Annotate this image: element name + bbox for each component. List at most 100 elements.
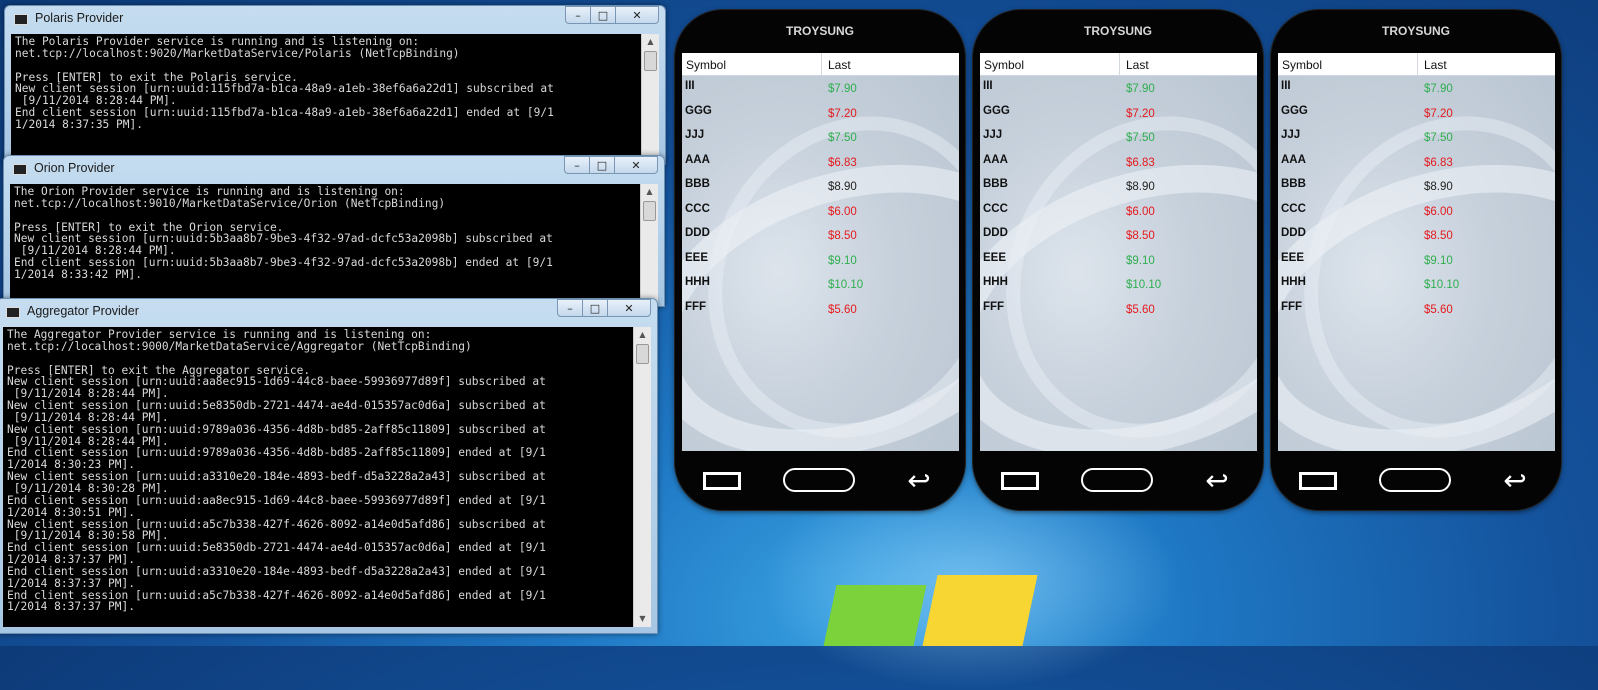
quote-row[interactable]: GGG $7.20 bbox=[1278, 101, 1555, 126]
phone-screen[interactable]: Symbol Last III $7.90 GGG $7.20 JJJ $7.50 A… bbox=[682, 53, 959, 451]
phone-screen[interactable]: Symbol Last III $7.90 GGG $7.20 JJJ $7.50 A… bbox=[980, 53, 1257, 451]
console-app-icon bbox=[6, 307, 20, 318]
quote-row[interactable]: FFF $5.60 bbox=[980, 297, 1257, 322]
quote-symbol: BBB bbox=[685, 178, 710, 190]
quote-row[interactable]: HHH $10.10 bbox=[682, 272, 959, 297]
quote-row[interactable]: BBB $8.90 bbox=[682, 174, 959, 199]
quote-row[interactable]: EEE $9.10 bbox=[1278, 248, 1555, 273]
scroll-down-icon[interactable]: ▼ bbox=[634, 611, 651, 627]
quote-row[interactable]: HHH $10.10 bbox=[980, 272, 1257, 297]
scroll-up-icon[interactable]: ▲ bbox=[641, 184, 658, 200]
phone-emulator-3[interactable]: TROYSUNG Symbol Last III $7.90 GGG $7.20 J… bbox=[1271, 10, 1561, 510]
minimize-button[interactable]: – bbox=[564, 156, 590, 174]
quote-row[interactable]: FFF $5.60 bbox=[682, 297, 959, 322]
polaris-console-window[interactable]: Polaris Provider – □ ✕ The Polaris Provi… bbox=[4, 5, 666, 165]
window-titlebar[interactable]: Polaris Provider – □ ✕ bbox=[5, 6, 665, 34]
quote-last-price: $9.10 bbox=[828, 254, 857, 267]
console-app-icon bbox=[13, 164, 27, 175]
column-separator[interactable] bbox=[1417, 53, 1418, 75]
console-output-area[interactable]: The Aggregator Provider service is runni… bbox=[3, 327, 651, 627]
maximize-button[interactable]: □ bbox=[590, 6, 616, 24]
return-arrow-icon[interactable]: ↩ bbox=[1495, 466, 1535, 496]
quote-row[interactable]: EEE $9.10 bbox=[980, 248, 1257, 273]
quote-symbol: AAA bbox=[685, 153, 710, 166]
close-button[interactable]: ✕ bbox=[615, 6, 659, 24]
quote-row[interactable]: BBB $8.90 bbox=[980, 174, 1257, 199]
phone-nav-bar: ↩ bbox=[675, 452, 965, 510]
aggregator-console-window[interactable]: Aggregator Provider – □ ✕ The Aggregator… bbox=[0, 298, 658, 634]
console-line: net.tcp://localhost:9010/MarketDataServi… bbox=[14, 196, 446, 210]
orion-console-window[interactable]: Orion Provider – □ ✕ The Orion Provider … bbox=[3, 155, 665, 307]
quote-symbol: BBB bbox=[983, 178, 1008, 190]
home-button-icon[interactable] bbox=[783, 468, 855, 492]
quote-row[interactable]: III $7.90 bbox=[682, 76, 959, 101]
back-button-icon[interactable] bbox=[1299, 472, 1337, 490]
column-header-last[interactable]: Last bbox=[1424, 58, 1447, 72]
return-arrow-icon[interactable]: ↩ bbox=[1197, 466, 1237, 496]
quote-row[interactable]: DDD $8.50 bbox=[682, 223, 959, 248]
quote-row[interactable]: FFF $5.60 bbox=[1278, 297, 1555, 322]
maximize-button[interactable]: □ bbox=[589, 156, 615, 174]
quote-last-price: $5.60 bbox=[828, 303, 857, 316]
scroll-up-icon[interactable]: ▲ bbox=[634, 327, 651, 343]
home-button-icon[interactable] bbox=[1081, 468, 1153, 492]
minimize-button[interactable]: – bbox=[557, 299, 583, 317]
quote-row[interactable]: BBB $8.90 bbox=[1278, 174, 1555, 199]
quote-symbol: DDD bbox=[685, 227, 710, 239]
quote-row[interactable]: AAA $6.83 bbox=[1278, 150, 1555, 175]
quote-row[interactable]: JJJ $7.50 bbox=[1278, 125, 1555, 150]
console-output-area[interactable]: The Polaris Provider service is running … bbox=[11, 34, 659, 164]
quote-last-price: $6.83 bbox=[828, 156, 857, 169]
scroll-up-icon[interactable]: ▲ bbox=[642, 34, 659, 50]
quote-row[interactable]: GGG $7.20 bbox=[980, 101, 1257, 126]
phone-screen[interactable]: Symbol Last III $7.90 GGG $7.20 JJJ $7.50 A… bbox=[1278, 53, 1555, 451]
quote-row[interactable]: HHH $10.10 bbox=[1278, 272, 1555, 297]
quote-row[interactable]: GGG $7.20 bbox=[682, 101, 959, 126]
vertical-scrollbar[interactable]: ▲ ▼ bbox=[633, 327, 651, 627]
console-line: 1/2014 8:33:42 PM]. bbox=[14, 267, 142, 281]
vertical-scrollbar[interactable]: ▲ bbox=[641, 34, 659, 164]
quote-row[interactable]: EEE $9.10 bbox=[682, 248, 959, 273]
column-header-last[interactable]: Last bbox=[828, 58, 851, 72]
quote-row[interactable]: CCC $6.00 bbox=[980, 199, 1257, 224]
scroll-thumb[interactable] bbox=[636, 344, 649, 364]
quote-row[interactable]: AAA $6.83 bbox=[980, 150, 1257, 175]
close-button[interactable]: ✕ bbox=[607, 299, 651, 317]
window-titlebar[interactable]: Orion Provider – □ ✕ bbox=[4, 156, 664, 184]
column-header-symbol[interactable]: Symbol bbox=[1282, 58, 1322, 72]
quote-row[interactable]: JJJ $7.50 bbox=[980, 125, 1257, 150]
phone-emulator-1[interactable]: TROYSUNG Symbol Last III $7.90 GGG $7.20 J… bbox=[675, 10, 965, 510]
vertical-scrollbar[interactable]: ▲ bbox=[640, 184, 658, 306]
quote-row[interactable]: CCC $6.00 bbox=[682, 199, 959, 224]
minimize-button[interactable]: – bbox=[565, 6, 591, 24]
quote-list: III $7.90 GGG $7.20 JJJ $7.50 AAA $6.83 BBB … bbox=[682, 76, 959, 321]
column-header-symbol[interactable]: Symbol bbox=[984, 58, 1024, 72]
quote-row[interactable]: CCC $6.00 bbox=[1278, 199, 1555, 224]
maximize-button[interactable]: □ bbox=[582, 299, 608, 317]
quote-row[interactable]: AAA $6.83 bbox=[682, 150, 959, 175]
console-app-icon bbox=[14, 14, 28, 25]
window-titlebar[interactable]: Aggregator Provider – □ ✕ bbox=[0, 299, 657, 327]
phone-emulator-2[interactable]: TROYSUNG Symbol Last III $7.90 GGG $7.20 J… bbox=[973, 10, 1263, 510]
console-output-area[interactable]: The Orion Provider service is running an… bbox=[10, 184, 658, 306]
column-separator[interactable] bbox=[821, 53, 822, 75]
quote-row[interactable]: III $7.90 bbox=[980, 76, 1257, 101]
quote-row[interactable]: III $7.90 bbox=[1278, 76, 1555, 101]
return-arrow-icon[interactable]: ↩ bbox=[899, 466, 939, 496]
column-header-last[interactable]: Last bbox=[1126, 58, 1149, 72]
scroll-thumb[interactable] bbox=[643, 201, 656, 221]
home-button-icon[interactable] bbox=[1379, 468, 1451, 492]
phone-brand: TROYSUNG bbox=[785, 24, 854, 38]
quote-row[interactable]: DDD $8.50 bbox=[1278, 223, 1555, 248]
column-header-symbol[interactable]: Symbol bbox=[686, 58, 726, 72]
quote-row[interactable]: JJJ $7.50 bbox=[682, 125, 959, 150]
column-separator[interactable] bbox=[1119, 53, 1120, 75]
quote-last-price: $7.90 bbox=[1126, 83, 1155, 95]
close-button[interactable]: ✕ bbox=[614, 156, 658, 174]
back-button-icon[interactable] bbox=[703, 472, 741, 490]
scroll-thumb[interactable] bbox=[644, 51, 657, 71]
quote-last-price: $7.50 bbox=[1126, 132, 1155, 144]
back-button-icon[interactable] bbox=[1001, 472, 1039, 490]
quote-row[interactable]: DDD $8.50 bbox=[980, 223, 1257, 248]
phone-nav-bar: ↩ bbox=[973, 452, 1263, 510]
